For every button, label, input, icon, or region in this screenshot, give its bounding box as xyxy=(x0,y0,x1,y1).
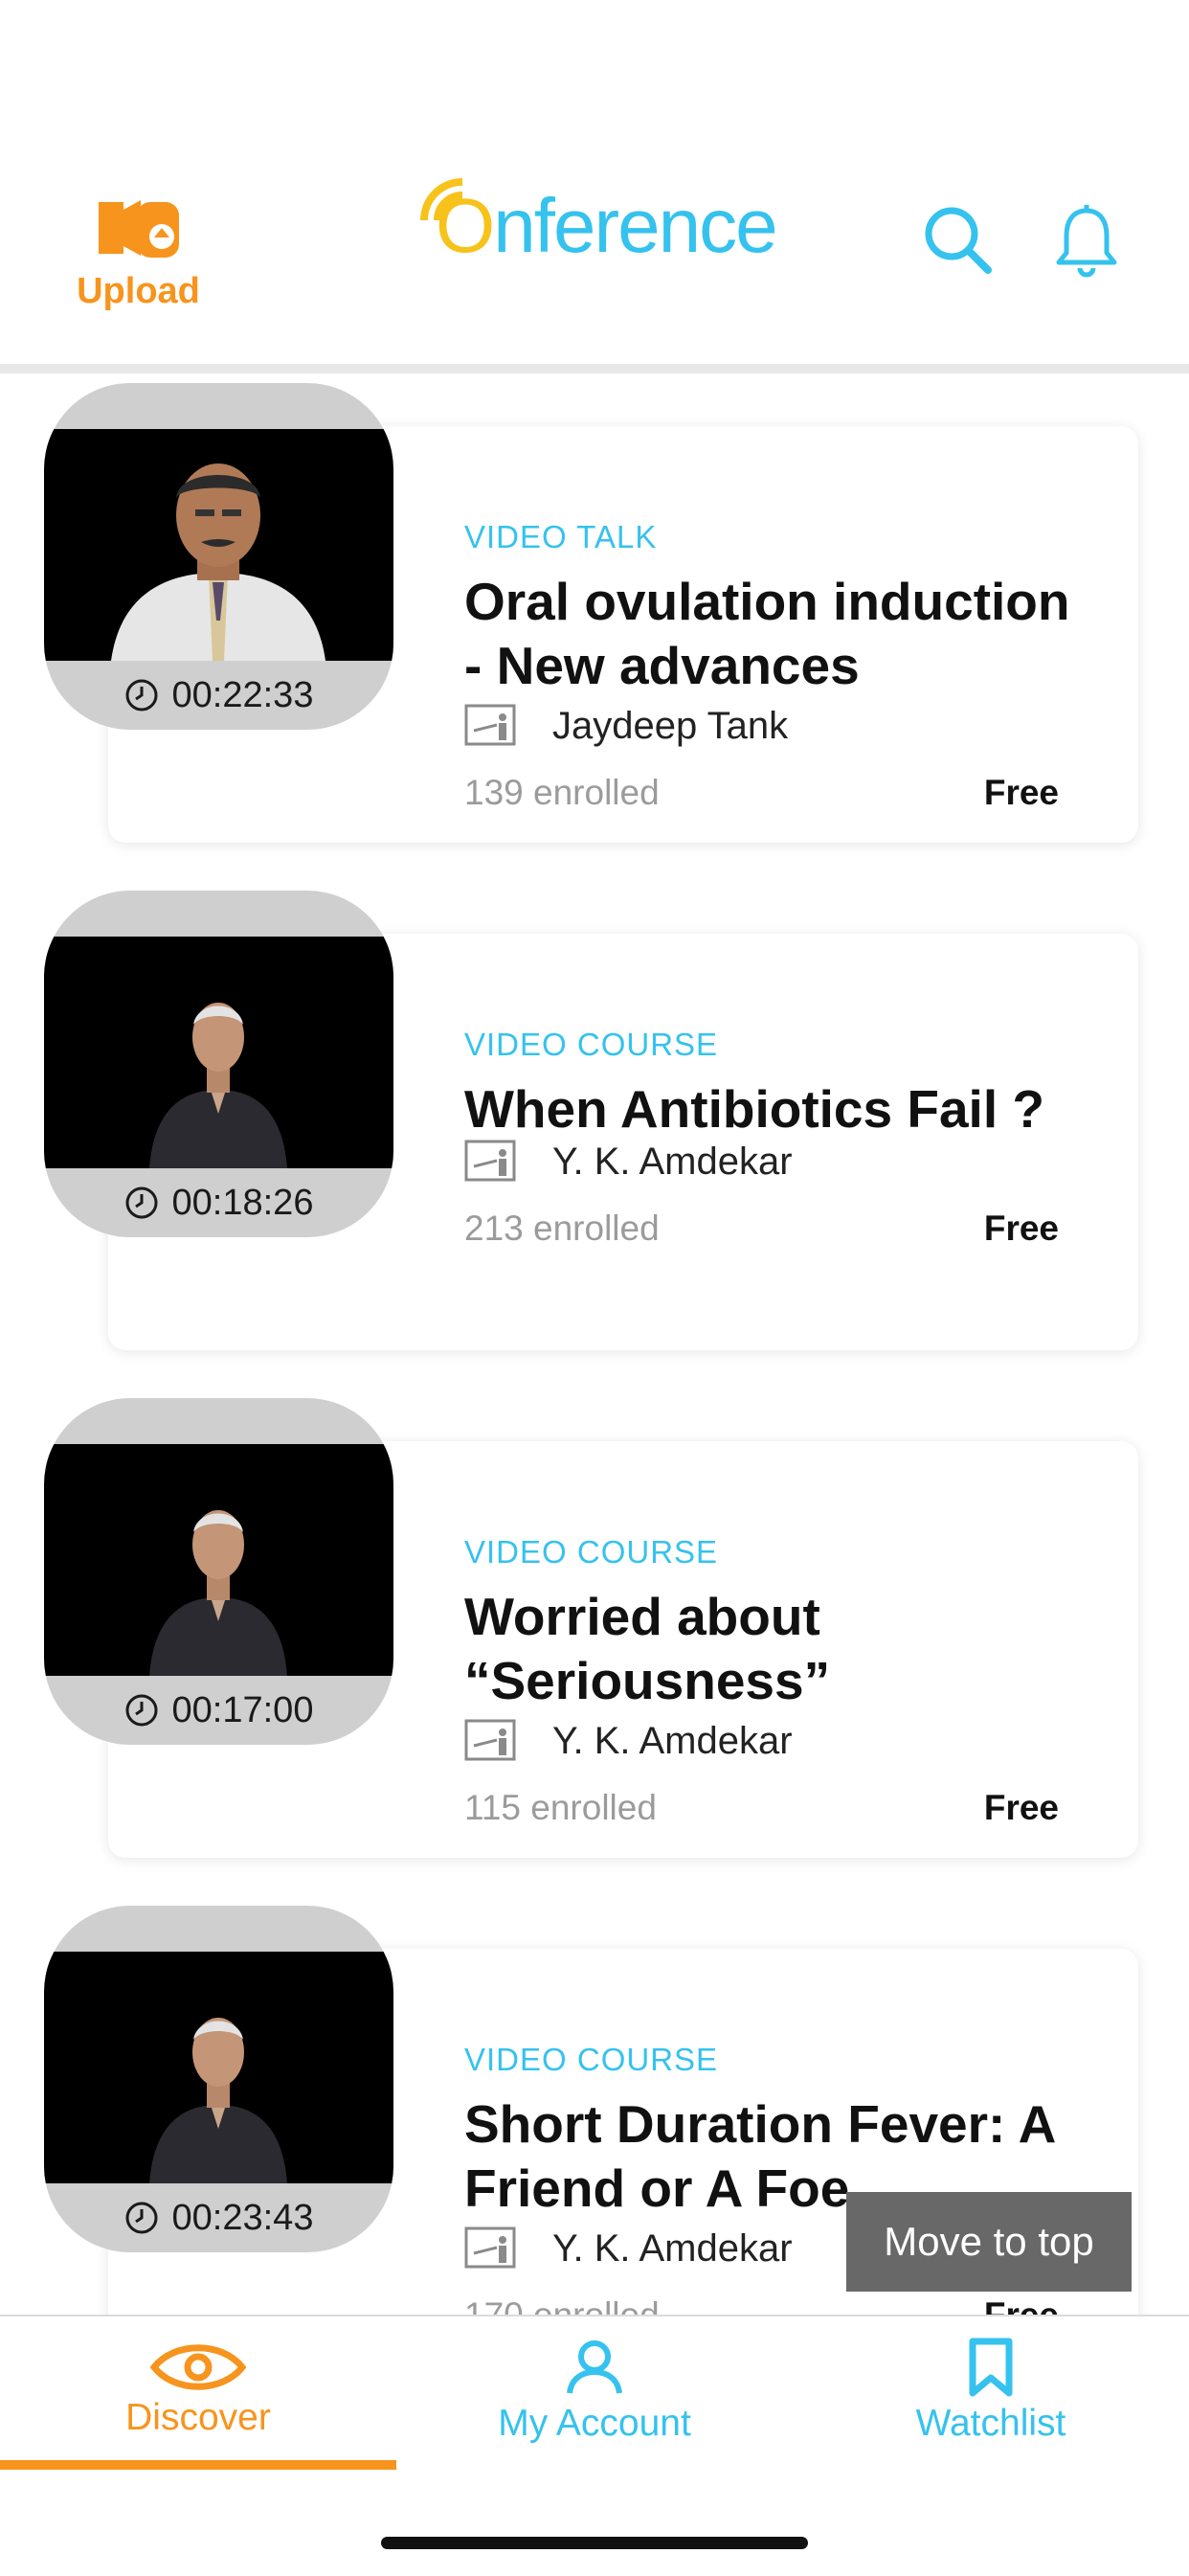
duration-text: 00:23:43 xyxy=(171,2197,314,2238)
tab-label: Watchlist xyxy=(915,2403,1066,2444)
tab-discover[interactable]: Discover xyxy=(0,2316,396,2470)
video-preview xyxy=(44,429,393,661)
active-tab-indicator xyxy=(0,2460,396,2470)
presenter-icon xyxy=(464,1140,516,1182)
enrolled-count: 170 enrolled xyxy=(464,2295,660,2315)
speaker-figure xyxy=(149,1510,287,1676)
clock-icon xyxy=(125,2202,158,2234)
course-type-label: VIDEO COURSE xyxy=(464,1534,719,1570)
user-icon xyxy=(567,2340,622,2394)
presenter-row: Y. K. Amdekar xyxy=(464,1133,1039,1190)
course-title[interactable]: When Antibiotics Fail ? xyxy=(464,1077,1096,1141)
course-card[interactable]: VIDEO COURSE When Antibiotics Fail ? Y. … xyxy=(0,881,1189,1350)
video-upload-icon xyxy=(98,200,179,258)
duration-row: 00:17:00 xyxy=(44,1676,393,1745)
price-label: Free xyxy=(983,1788,1059,1827)
course-list[interactable]: VIDEO TALK Oral ovulation induction - Ne… xyxy=(0,373,1189,2315)
clock-icon xyxy=(125,1186,158,1219)
header-divider xyxy=(0,364,1189,373)
course-type-label: VIDEO COURSE xyxy=(464,1027,719,1062)
course-title[interactable]: Oral ovulation induction - New advances xyxy=(464,570,1096,698)
tab-watchlist[interactable]: Watchlist xyxy=(793,2316,1189,2470)
speaker-figure xyxy=(149,1003,287,1168)
move-to-top-button[interactable]: Move to top xyxy=(846,2192,1132,2292)
video-thumbnail[interactable]: 00:22:33 xyxy=(44,383,393,730)
presenter-icon xyxy=(464,1719,516,1761)
clock-icon xyxy=(125,679,158,712)
price-label: Free xyxy=(983,773,1059,812)
course-title[interactable]: Worried about “Seriousness” xyxy=(464,1585,1096,1713)
clock-icon xyxy=(125,1694,158,1727)
video-preview xyxy=(44,937,393,1168)
enrolled-count: 139 enrolled xyxy=(464,773,660,812)
duration-row: 00:23:43 xyxy=(44,2183,393,2252)
duration-text: 00:17:00 xyxy=(171,1689,314,1730)
tab-label: My Account xyxy=(498,2403,691,2444)
onference-logo: Onference xyxy=(412,172,785,273)
logo-wordmark: nference xyxy=(493,183,777,268)
presenter-icon xyxy=(464,704,516,746)
course-type-label: VIDEO COURSE xyxy=(464,2042,719,2077)
course-type-label: VIDEO TALK xyxy=(464,519,658,554)
logo-letter-o: O xyxy=(436,183,495,268)
video-preview xyxy=(44,1444,393,1676)
duration-text: 00:22:33 xyxy=(171,674,314,715)
presenter-name: Y. K. Amdekar xyxy=(552,1140,793,1183)
upload-label: Upload xyxy=(77,271,200,311)
speaker-figure xyxy=(149,2018,287,2183)
presenter-name: Jaydeep Tank xyxy=(552,704,789,747)
speaker-figure xyxy=(111,463,325,661)
duration-row: 00:18:26 xyxy=(44,1168,393,1237)
presenter-row: Y. K. Amdekar xyxy=(464,1712,1039,1770)
notifications-button[interactable] xyxy=(1053,203,1120,280)
enrolled-count: 213 enrolled xyxy=(464,1209,660,1248)
eye-icon xyxy=(150,2344,246,2390)
duration-text: 00:18:26 xyxy=(171,1182,314,1223)
app-header: Upload Onference xyxy=(0,0,1189,364)
video-thumbnail[interactable]: 00:17:00 xyxy=(44,1398,393,1745)
bell-icon xyxy=(1056,205,1117,278)
search-button[interactable] xyxy=(921,203,998,280)
presenter-icon xyxy=(464,2226,516,2269)
tab-label: Discover xyxy=(125,2397,271,2438)
home-indicator xyxy=(381,2537,808,2549)
video-preview xyxy=(44,1952,393,2183)
course-card[interactable]: VIDEO COURSE Worried about “Seriousness”… xyxy=(0,1389,1189,1858)
video-thumbnail[interactable]: 00:18:26 xyxy=(44,891,393,1237)
upload-button[interactable]: Upload xyxy=(69,196,208,326)
price-label: Free xyxy=(984,2295,1059,2315)
video-thumbnail[interactable]: 00:23:43 xyxy=(44,1906,393,2252)
course-card[interactable]: VIDEO TALK Oral ovulation induction - Ne… xyxy=(0,373,1189,843)
tab-my-account[interactable]: My Account xyxy=(396,2316,793,2470)
presenter-name: Y. K. Amdekar xyxy=(552,1719,793,1762)
presenter-row: Jaydeep Tank xyxy=(464,697,1039,755)
price-label: Free xyxy=(983,1209,1059,1248)
presenter-name: Y. K. Amdekar xyxy=(552,2226,793,2270)
duration-row: 00:22:33 xyxy=(44,661,393,730)
bookmark-icon xyxy=(969,2338,1013,2397)
search-icon xyxy=(925,207,992,274)
enrolled-count: 115 enrolled xyxy=(464,1788,657,1827)
